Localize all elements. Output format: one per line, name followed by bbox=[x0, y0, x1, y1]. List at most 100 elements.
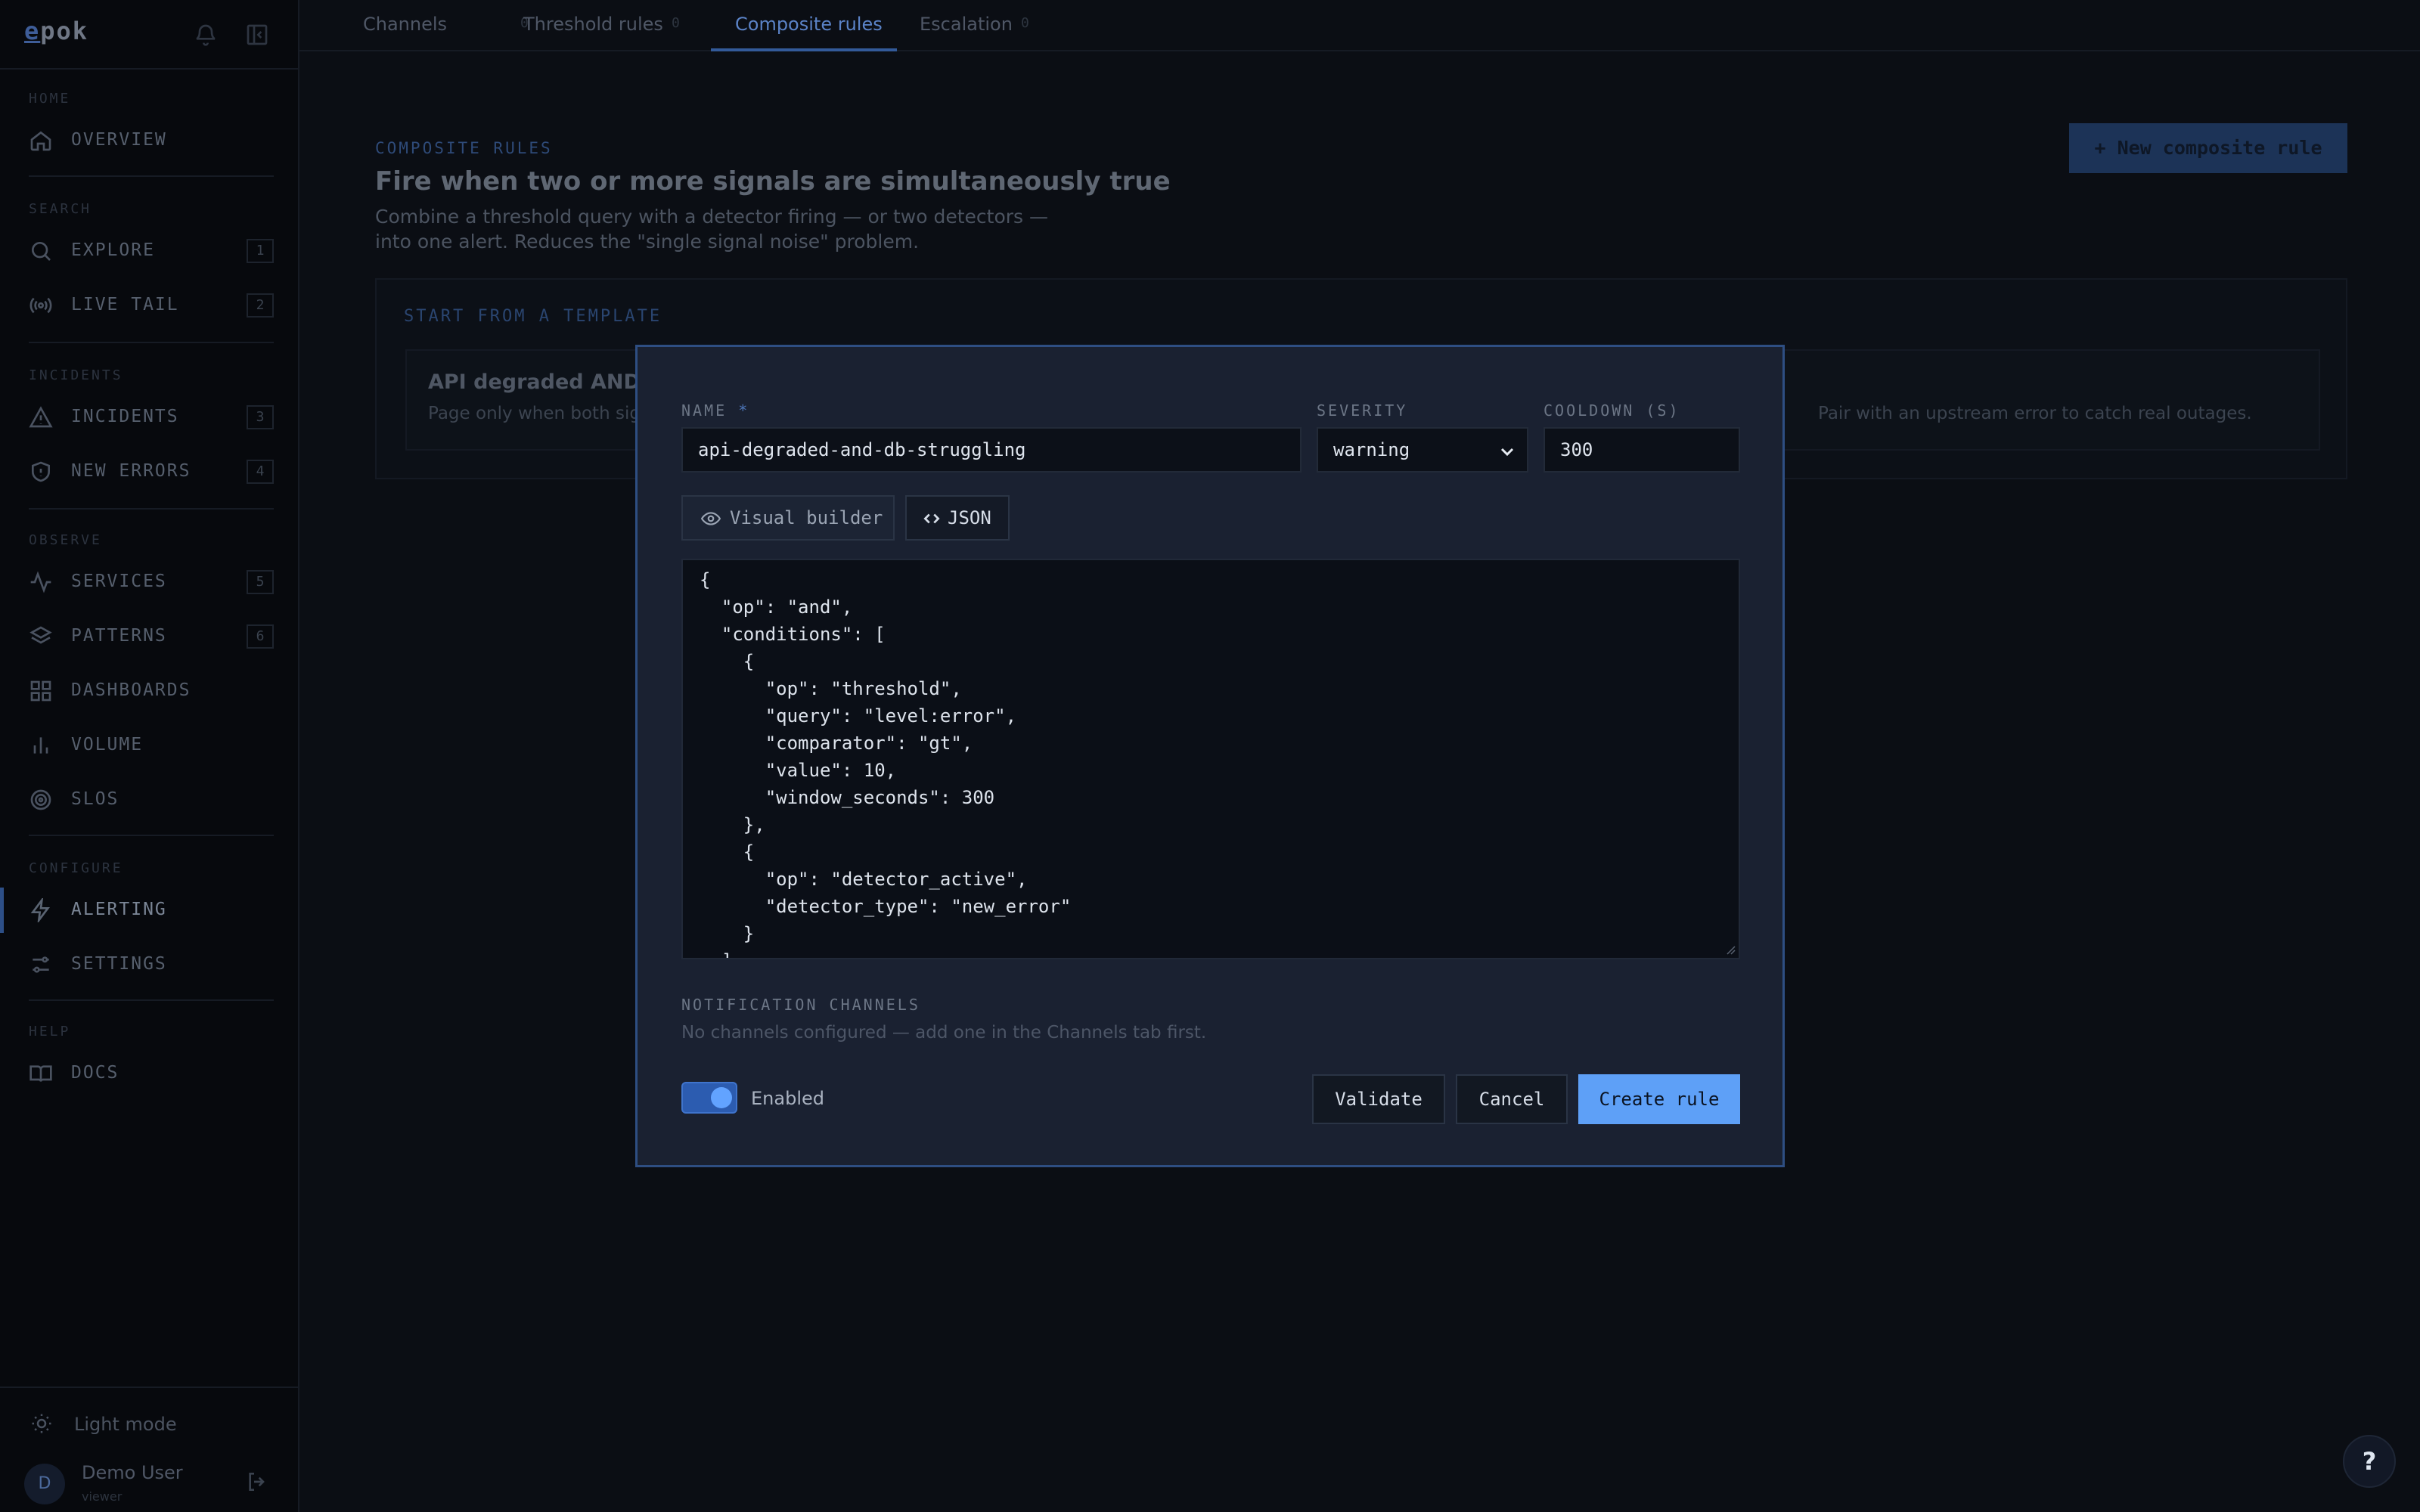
collapse-sidebar-icon[interactable] bbox=[245, 23, 269, 47]
user-name: Demo User bbox=[82, 1462, 183, 1483]
eye-icon bbox=[701, 512, 721, 525]
sun-icon bbox=[32, 1414, 51, 1433]
sliders-icon bbox=[33, 956, 49, 973]
sidebar-item-label: VOLUME bbox=[71, 735, 144, 754]
grid-icon bbox=[30, 680, 51, 702]
severity-label: SEVERITY bbox=[1317, 401, 1408, 420]
cooldown-input[interactable]: 300 bbox=[1544, 427, 1740, 472]
visual-builder-button[interactable]: Visual builder bbox=[681, 495, 895, 541]
nav-section-help: HELP bbox=[29, 1024, 71, 1040]
sidebar-footer: Light mode D Demo User viewer bbox=[0, 1387, 298, 1512]
tab-count: 0 bbox=[1021, 15, 1029, 31]
sidebar-item-label: ALERTING bbox=[71, 900, 167, 919]
required-marker: * bbox=[738, 401, 750, 420]
sidebar-item-settings[interactable]: SETTINGS bbox=[0, 942, 298, 987]
nav-section-configure: CONFIGURE bbox=[29, 860, 123, 876]
divider bbox=[29, 835, 274, 836]
book-icon bbox=[29, 1065, 52, 1082]
divider bbox=[29, 508, 274, 510]
validate-button[interactable]: Validate bbox=[1312, 1074, 1445, 1124]
sidebar-item-label: EXPLORE bbox=[71, 240, 155, 260]
shortcut-key: 4 bbox=[247, 460, 274, 484]
sidebar-item-new-errors[interactable]: NEW ERRORS 4 bbox=[0, 449, 298, 494]
shield-icon bbox=[32, 461, 50, 482]
shortcut-key: 3 bbox=[247, 405, 274, 429]
nav-section-home: HOME bbox=[29, 91, 71, 107]
logo-e: e bbox=[24, 17, 41, 45]
new-composite-rule-button[interactable]: + New composite rule bbox=[2069, 123, 2347, 173]
broadcast-icon bbox=[29, 297, 52, 314]
target-icon bbox=[30, 789, 51, 810]
section-kicker: COMPOSITE RULES bbox=[375, 139, 553, 157]
page-title: Fire when two or more signals are simult… bbox=[375, 166, 1171, 197]
sidebar: epok HOME OVERVIEW SEARCH EXPLORE 1 LIVE… bbox=[0, 0, 299, 1512]
tab-label: Composite rules bbox=[735, 14, 883, 35]
notification-channels-label: NOTIFICATION CHANNELS bbox=[681, 996, 920, 1014]
layers-icon bbox=[29, 626, 52, 644]
sidebar-item-label: DASHBOARDS bbox=[71, 680, 191, 700]
shortcut-key: 1 bbox=[247, 239, 274, 263]
sidebar-item-slos[interactable]: SLOS bbox=[0, 777, 298, 823]
template-description-tail: Pair with an upstream error to catch rea… bbox=[1818, 404, 2252, 423]
sidebar-item-overview[interactable]: OVERVIEW bbox=[0, 118, 298, 163]
divider bbox=[29, 342, 274, 343]
sidebar-item-patterns[interactable]: PATTERNS 6 bbox=[0, 614, 298, 659]
no-channels-message: No channels configured — add one in the … bbox=[681, 1023, 1207, 1043]
bar-chart-icon bbox=[33, 737, 48, 754]
rule-name-input[interactable]: api-degraded-and-db-struggling bbox=[681, 427, 1302, 472]
severity-select[interactable]: warning bbox=[1317, 427, 1528, 472]
create-rule-button[interactable]: Create rule bbox=[1578, 1074, 1740, 1124]
resize-grip-icon[interactable] bbox=[1725, 944, 1736, 955]
tab-label: Escalation bbox=[920, 14, 1013, 35]
lightning-icon bbox=[30, 898, 50, 922]
nav-section-observe: OBSERVE bbox=[29, 532, 102, 548]
enabled-toggle[interactable] bbox=[681, 1082, 737, 1114]
json-mode-label: JSON bbox=[948, 507, 991, 528]
sidebar-item-label: LIVE TAIL bbox=[71, 295, 179, 314]
sidebar-item-services[interactable]: SERVICES 5 bbox=[0, 559, 298, 605]
bell-icon[interactable] bbox=[194, 23, 218, 47]
shortcut-key: 6 bbox=[247, 624, 274, 649]
cooldown-label: COOLDOWN (S) bbox=[1544, 401, 1680, 420]
sidebar-item-label: INCIDENTS bbox=[71, 407, 179, 426]
toggle-knob bbox=[711, 1087, 732, 1108]
logo-rest: pok bbox=[40, 17, 89, 45]
alerting-tabs: Channels 0 Threshold rules 0 Composite r… bbox=[299, 0, 2420, 51]
sidebar-item-dashboards[interactable]: DASHBOARDS bbox=[0, 668, 298, 714]
sidebar-item-live-tail[interactable]: LIVE TAIL 2 bbox=[0, 283, 298, 328]
code-icon bbox=[923, 513, 940, 524]
sidebar-item-incidents[interactable]: INCIDENTS 3 bbox=[0, 395, 298, 440]
logo[interactable]: epok bbox=[24, 17, 88, 45]
sidebar-item-volume[interactable]: VOLUME bbox=[0, 723, 298, 768]
cancel-button[interactable]: Cancel bbox=[1456, 1074, 1568, 1124]
name-label-text: NAME bbox=[681, 401, 728, 420]
sidebar-item-explore[interactable]: EXPLORE 1 bbox=[0, 228, 298, 274]
sidebar-item-label: SLOS bbox=[71, 789, 119, 809]
severity-value: warning bbox=[1333, 439, 1410, 460]
tab-label: Threshold rules bbox=[523, 14, 663, 35]
json-editor-text: { "op": "and", "conditions": [ { "op": "… bbox=[700, 569, 1072, 958]
create-composite-rule-modal: NAME * api-degraded-and-db-struggling SE… bbox=[635, 345, 1785, 1167]
visual-builder-label: Visual builder bbox=[730, 507, 883, 528]
json-editor[interactable]: { "op": "and", "conditions": [ { "op": "… bbox=[681, 559, 1740, 959]
chevron-down-icon bbox=[1500, 448, 1514, 457]
sidebar-item-docs[interactable]: DOCS bbox=[0, 1051, 298, 1096]
template-description: Page only when both signa bbox=[428, 404, 662, 423]
tab-composite-rules[interactable]: Composite rules bbox=[711, 0, 897, 51]
enabled-label: Enabled bbox=[751, 1088, 824, 1109]
page-description: Combine a threshold query with a detecto… bbox=[375, 206, 1049, 253]
sidebar-item-label: SETTINGS bbox=[71, 954, 167, 974]
shortcut-key: 5 bbox=[247, 570, 274, 594]
help-button[interactable]: ? bbox=[2343, 1435, 2396, 1488]
json-mode-button[interactable]: JSON bbox=[905, 495, 1010, 541]
divider bbox=[29, 175, 274, 177]
avatar: D bbox=[24, 1464, 65, 1504]
nav-section-search: SEARCH bbox=[29, 201, 92, 217]
shortcut-key: 2 bbox=[247, 293, 274, 318]
name-label: NAME * bbox=[681, 401, 749, 420]
logout-icon[interactable] bbox=[245, 1470, 269, 1494]
nav-section-incidents: INCIDENTS bbox=[29, 367, 123, 383]
sidebar-item-label: OVERVIEW bbox=[71, 130, 167, 150]
sidebar-item-label: NEW ERRORS bbox=[71, 461, 191, 481]
sidebar-item-alerting[interactable]: ALERTING bbox=[0, 888, 298, 933]
